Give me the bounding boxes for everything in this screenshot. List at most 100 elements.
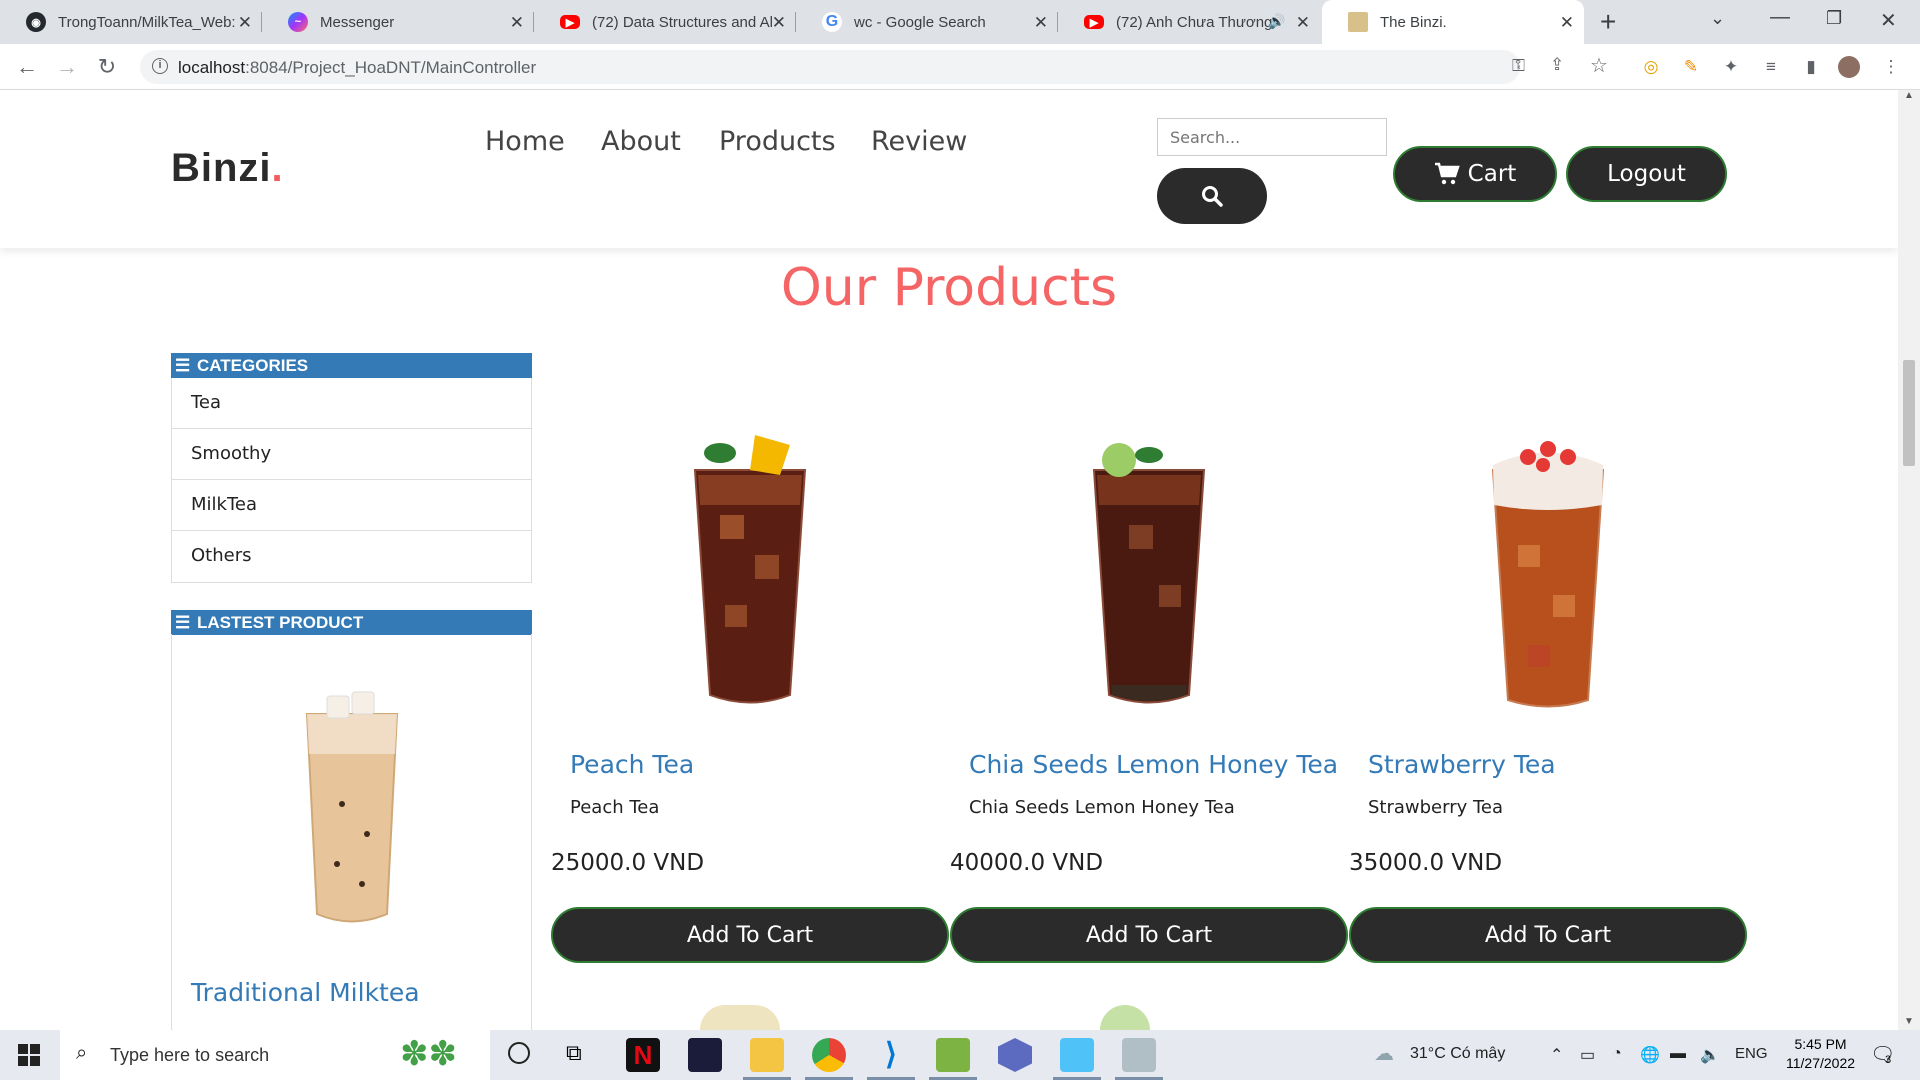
add-to-cart-button[interactable]: Add To Cart — [950, 907, 1348, 963]
battery-icon[interactable]: ▬ — [1670, 1045, 1686, 1063]
tab-google-search[interactable]: G wc - Google Search ✕ — [796, 0, 1058, 44]
peach-tea-image[interactable] — [650, 415, 850, 715]
product-description: Chia Seeds Lemon Honey Tea — [969, 797, 1235, 818]
forward-button[interactable]: → — [52, 52, 82, 82]
cart-button[interactable]: Cart — [1393, 146, 1557, 202]
add-to-cart-button[interactable]: Add To Cart — [551, 907, 949, 963]
speaker-icon[interactable]: 🔊 — [1268, 13, 1285, 30]
cortana-icon[interactable] — [508, 1042, 530, 1064]
media-control-icon[interactable]: ≡ — [1760, 56, 1782, 78]
browser-toolbar: ← → ↻ i localhost:8084/Project_HoaDNT/Ma… — [0, 44, 1920, 90]
volume-icon[interactable]: 🔈 — [1700, 1045, 1720, 1065]
jetbrains-icon[interactable] — [688, 1038, 722, 1072]
netbeans-icon[interactable] — [998, 1038, 1032, 1072]
product-title[interactable]: Strawberry Tea — [1368, 750, 1556, 779]
new-tab-button[interactable]: + — [1600, 6, 1616, 38]
tab-github[interactable]: ◉ TrongToann/MilkTea_Web: A ✕ — [0, 0, 262, 44]
page-scrollbar[interactable]: ▲ ▼ — [1898, 90, 1920, 1030]
reload-button[interactable]: ↻ — [92, 52, 122, 82]
chia-lemon-tea-image[interactable] — [1049, 415, 1249, 715]
file-explorer-icon[interactable] — [750, 1038, 784, 1072]
product-card: Chia Seeds Lemon Honey Tea Chia Seeds Le… — [950, 395, 1348, 965]
close-icon[interactable]: ✕ — [238, 13, 252, 33]
puzzle-icon[interactable]: ✦ — [1720, 56, 1742, 78]
category-smoothy[interactable]: Smoothy — [172, 429, 531, 480]
menu-kebab-icon[interactable]: ⋮ — [1880, 56, 1902, 78]
notification-count: 3 — [1885, 1054, 1892, 1066]
taskbar-search-box[interactable]: ⌕ Type here to search ✽✽ — [60, 1030, 490, 1080]
share-icon[interactable]: ⇪ — [1550, 55, 1564, 75]
network-globe-icon[interactable]: 🌐 — [1640, 1045, 1660, 1065]
tab-label: The Binzi. — [1380, 13, 1447, 31]
tab-youtube-music[interactable]: ▶ (72) Anh Chưa Thương 🔊 ✕ — [1058, 0, 1320, 44]
tab-binzi[interactable]: The Binzi. ✕ — [1322, 0, 1584, 44]
add-to-cart-button[interactable]: Add To Cart — [1349, 907, 1747, 963]
vscode-icon[interactable]: ⟩ — [874, 1038, 908, 1072]
windows-start-icon[interactable] — [18, 1044, 40, 1071]
scroll-down-arrow[interactable]: ▼ — [1904, 1016, 1914, 1027]
tab-label: TrongToann/MilkTea_Web: A — [58, 13, 238, 31]
close-icon[interactable]: ✕ — [1560, 13, 1574, 33]
notification-center-icon[interactable]: 🗨 — [1870, 1042, 1895, 1067]
scroll-up-arrow[interactable]: ▲ — [1904, 90, 1914, 101]
tab-messenger[interactable]: ~ Messenger ✕ — [262, 0, 534, 44]
product-title[interactable]: Peach Tea — [570, 750, 694, 779]
close-icon[interactable]: ✕ — [510, 13, 524, 33]
close-icon[interactable]: ✕ — [1296, 13, 1310, 33]
scroll-thumb[interactable] — [1903, 360, 1915, 466]
language-indicator[interactable]: ENG — [1735, 1045, 1768, 1062]
notification-app-icon[interactable]: ◔ — [1612, 1045, 1622, 1063]
clock-date: 11/27/2022 — [1786, 1055, 1856, 1071]
nav-about[interactable]: About — [601, 126, 681, 157]
logout-button[interactable]: Logout — [1566, 146, 1727, 202]
profile-avatar[interactable] — [1838, 56, 1860, 78]
weather-cloud-icon[interactable]: ☁ — [1374, 1041, 1394, 1066]
tab-youtube-dsa[interactable]: ▶ (72) Data Structures and Alg ✕ — [534, 0, 796, 44]
youtube-icon: ▶ — [1084, 15, 1104, 29]
url-host: localhost — [178, 58, 246, 77]
image-viewer-icon[interactable] — [1122, 1038, 1156, 1072]
color-picker-icon[interactable]: ✎ — [1680, 56, 1702, 78]
chevron-up-icon[interactable]: ⌃ — [1550, 1045, 1563, 1065]
window-close-button[interactable]: ✕ — [1880, 8, 1897, 33]
search-input[interactable] — [1157, 118, 1387, 156]
taskbar-search-placeholder: Type here to search — [110, 1045, 270, 1065]
search-button[interactable] — [1157, 168, 1267, 224]
restore-button[interactable]: ❐ — [1826, 8, 1842, 29]
virtualbox-icon[interactable] — [1060, 1038, 1094, 1072]
product-title[interactable]: Chia Seeds Lemon Honey Tea — [969, 750, 1338, 779]
site-info-icon[interactable]: i — [152, 58, 168, 74]
windows-taskbar: ⌕ Type here to search ✽✽ ⧉ N ⟩ ☁ 31°C Có… — [0, 1030, 1920, 1080]
product-price: 35000.0 VND — [1349, 850, 1503, 876]
nav-review[interactable]: Review — [871, 126, 967, 157]
categories-title: CATEGORIES — [197, 355, 309, 375]
back-button[interactable]: ← — [12, 52, 42, 82]
strawberry-tea-image[interactable] — [1448, 415, 1648, 715]
nav-products[interactable]: Products — [719, 126, 836, 157]
minimize-button[interactable]: — — [1770, 6, 1790, 29]
milktea-image[interactable] — [282, 684, 422, 934]
netflix-icon[interactable]: N — [626, 1038, 660, 1072]
messenger-icon: ~ — [288, 12, 308, 32]
device-icon[interactable]: ▭ — [1580, 1045, 1595, 1065]
category-others[interactable]: Others — [172, 531, 531, 582]
latest-product-name[interactable]: Traditional Milktea — [191, 978, 420, 1007]
bookmark-star-icon[interactable]: ☆ — [1590, 53, 1608, 78]
tab-search-icon[interactable]: ⌄ — [1710, 8, 1725, 29]
category-tea[interactable]: Tea — [172, 378, 531, 429]
key-icon[interactable]: ⚿ — [1512, 56, 1525, 76]
diagram-tool-icon[interactable] — [936, 1038, 970, 1072]
category-milktea[interactable]: MilkTea — [172, 480, 531, 531]
product-description: Peach Tea — [570, 797, 660, 818]
weather-text[interactable]: 31°C Có mây — [1410, 1045, 1505, 1063]
close-icon[interactable]: ✕ — [772, 13, 786, 33]
site-logo[interactable]: Binzi. — [171, 146, 284, 191]
side-panel-icon[interactable]: ▮ — [1800, 56, 1822, 78]
chrome-icon[interactable] — [812, 1038, 846, 1072]
nav-home[interactable]: Home — [485, 126, 565, 157]
task-view-icon[interactable]: ⧉ — [566, 1040, 582, 1066]
close-icon[interactable]: ✕ — [1034, 13, 1048, 33]
clock[interactable]: 5:45 PM 11/27/2022 — [1786, 1036, 1855, 1071]
address-bar[interactable]: i localhost:8084/Project_HoaDNT/MainCont… — [140, 50, 1608, 84]
extension-icon[interactable]: ◎ — [1640, 56, 1662, 78]
